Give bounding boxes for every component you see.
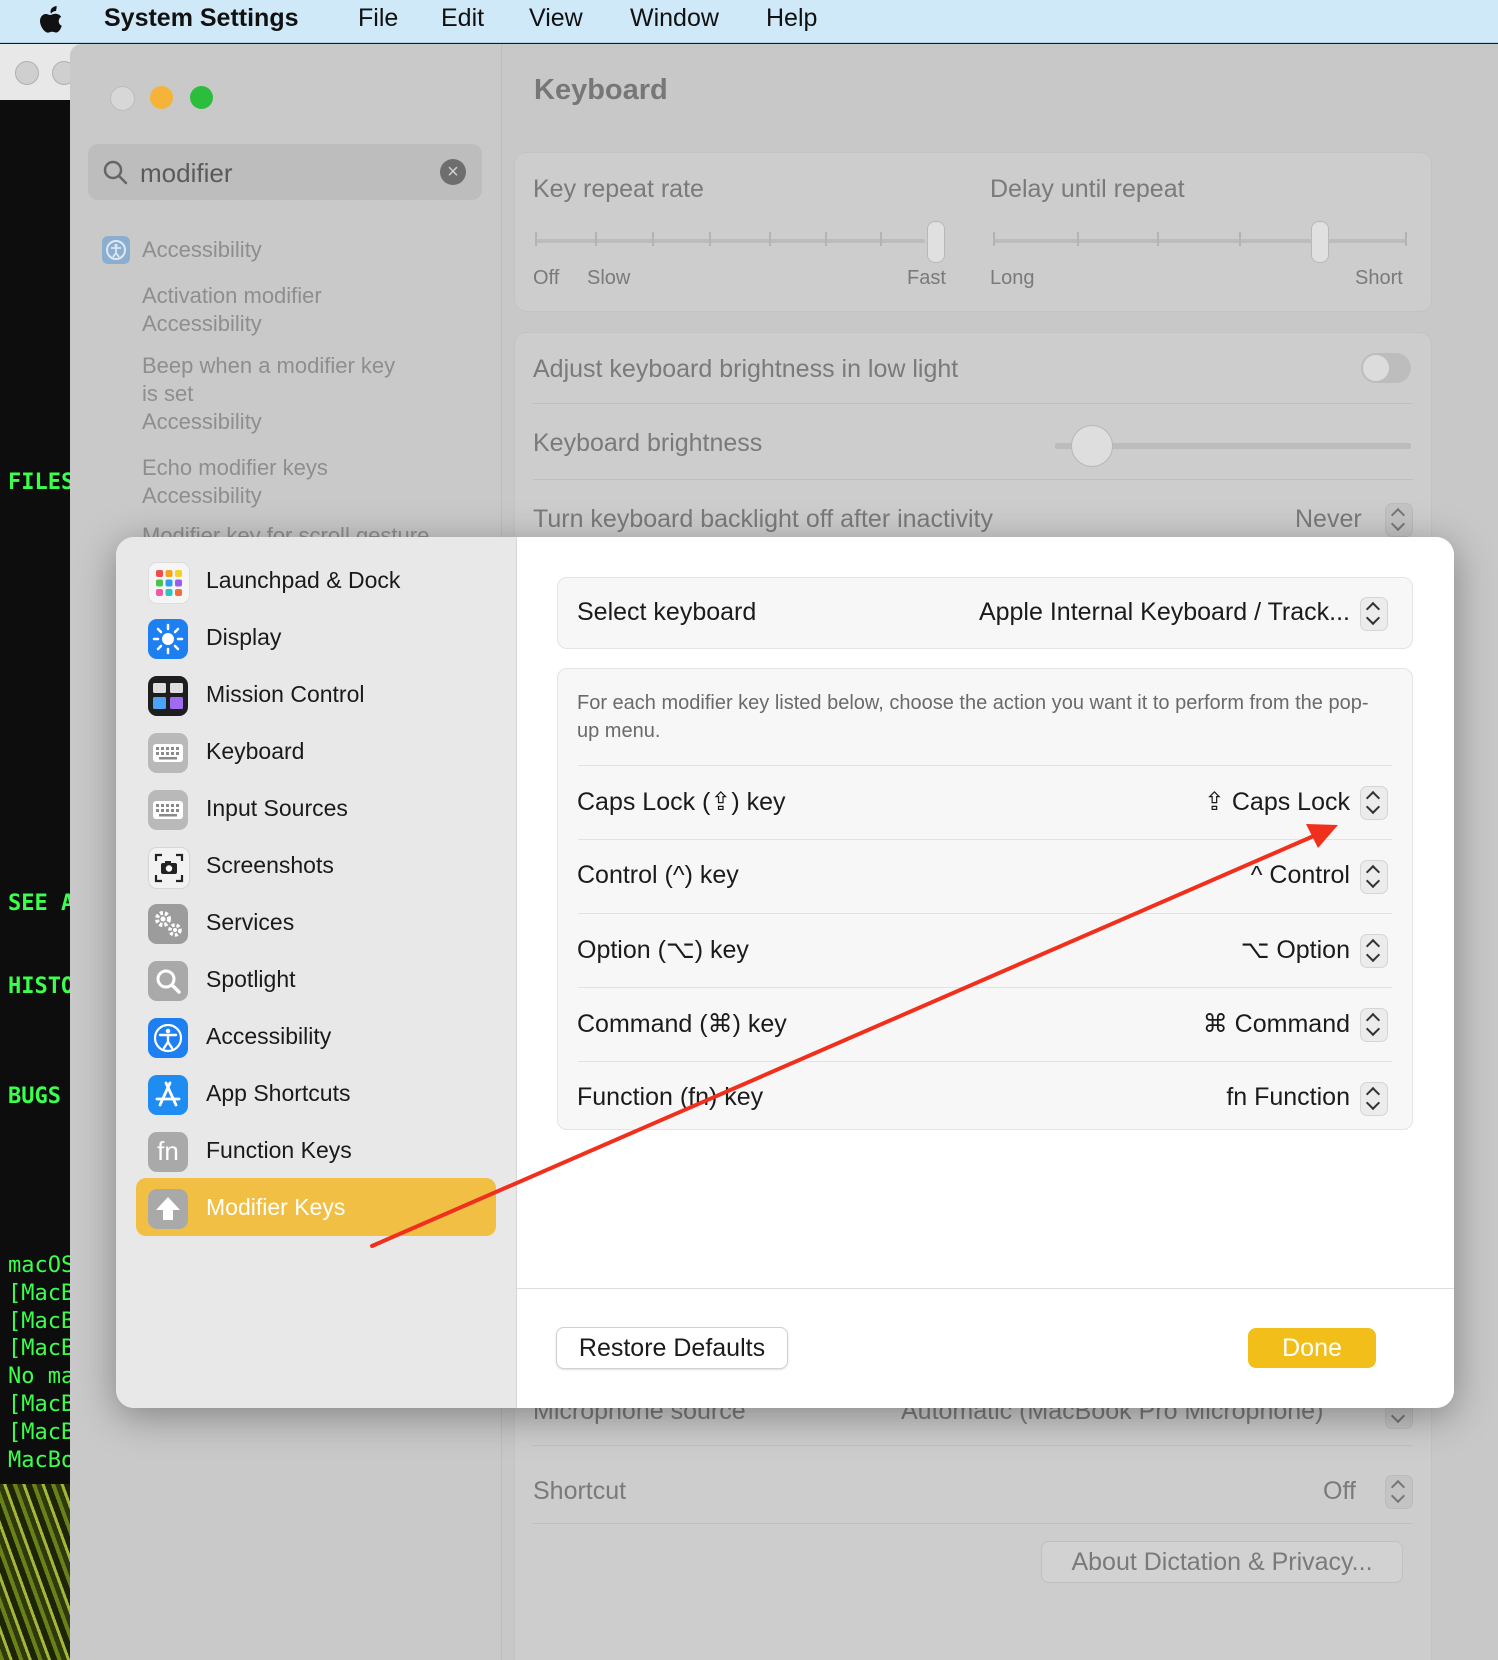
annotation-arrow xyxy=(370,824,1338,1248)
